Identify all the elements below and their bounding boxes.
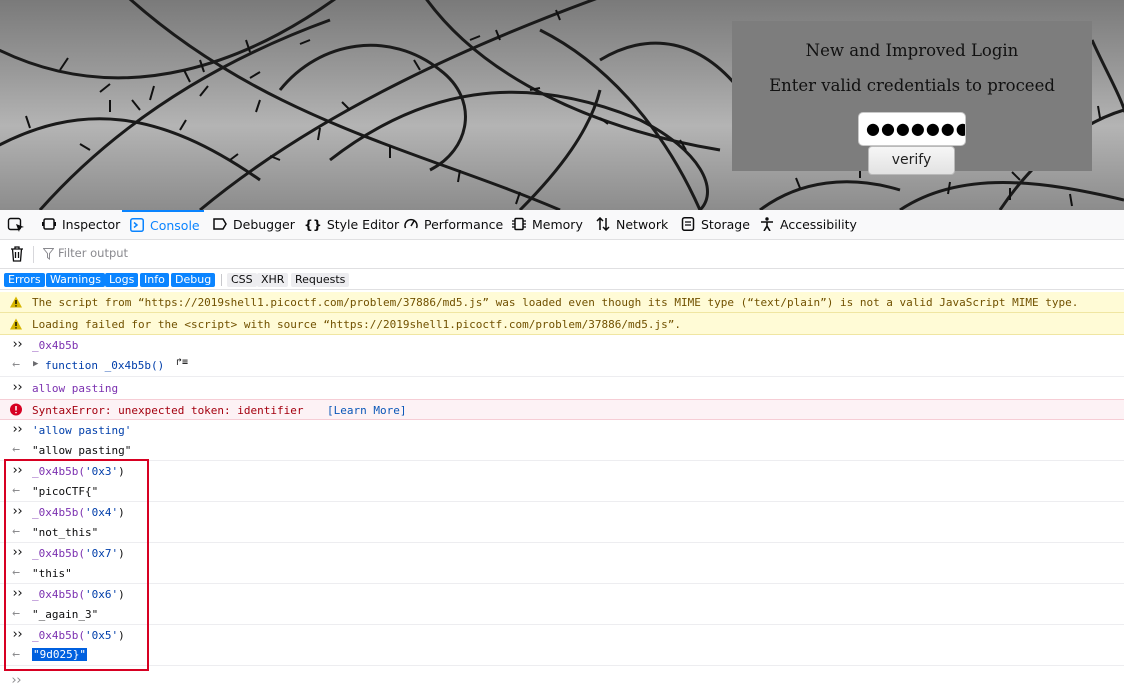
console-output-row: ← ▶ function _0x4b5b() ↱≡ [0,356,1124,377]
filter-requests-button[interactable]: Requests [291,273,350,287]
login-title: New and Improved Login [805,41,1019,60]
memory-icon [512,217,526,231]
storage-icon [681,217,695,231]
console-input: 'allow pasting' [32,424,132,437]
console-message: The script from “https://2019shell1.pico… [32,296,1079,309]
web-page-viewport: New and Improved Login Enter valid crede… [0,0,1124,210]
filter-logs-button[interactable]: Logs [105,273,139,287]
console-output-row: ← "picoCTF{" [0,482,1124,502]
trash-icon[interactable] [10,246,24,262]
tab-network-label: Network [616,217,669,232]
console-input: allow pasting [32,382,119,395]
console-warning-row: The script from “https://2019shell1.pico… [0,292,1124,313]
input-chevron-icon: ›› [11,337,24,352]
console-input-row: ›› _0x4b5b('0x5') [0,626,1124,646]
console-output-row: ← "9d025}" [0,646,1124,666]
tab-storage-label: Storage [701,217,750,232]
tab-debugger[interactable]: Debugger [213,210,295,240]
filter-xhr-button[interactable]: XHR [257,273,289,287]
verify-button[interactable]: verify [868,146,955,175]
annotation-red-box [4,459,149,671]
tab-console-label: Console [150,218,200,233]
tab-performance-label: Performance [424,217,504,232]
accessibility-icon [761,217,773,231]
filter-info-button[interactable]: Info [140,273,169,287]
console-warning-row: Loading failed for the <script> with sou… [0,313,1124,335]
tab-memory-label: Memory [532,217,583,232]
console-icon [130,218,144,232]
function-object[interactable]: function _0x4b5b() [45,359,164,372]
console-input: _0x4b5b [32,339,79,352]
console-output-row: ← "allow pasting" [0,441,1124,461]
console-message: SyntaxError: unexpected token: identifie… [32,404,304,417]
console-input-row: ›› _0x4b5b('0x7') [0,544,1124,564]
log-category-bar: Errors Warnings Logs Info Debug CSS XHR … [0,270,1124,290]
filter-css-button[interactable]: CSS [227,273,257,287]
result-arrow-icon: ← [12,442,20,457]
tab-accessibility-label: Accessibility [780,217,857,232]
expand-triangle-icon[interactable]: ▶ [33,359,38,369]
learn-more-link[interactable]: [Learn More] [327,404,406,417]
console-output-row: ← "not_this" [0,523,1124,543]
filter-output-input[interactable]: Filter output [58,246,128,260]
console-error-row: SyntaxError: unexpected token: identifie… [0,399,1124,420]
console-message: Loading failed for the <script> with sou… [32,318,682,331]
debugger-icon [213,218,227,230]
divider [221,274,222,286]
console-input-row: ›› _0x4b5b('0x6') [0,585,1124,605]
warning-icon [10,318,22,330]
filter-errors-button[interactable]: Errors [4,273,45,287]
jump-to-definition-icon[interactable]: ↱≡ [176,357,188,368]
console-filter-bar: Filter output [0,240,1124,269]
console-input-row: ›› _0x4b5b('0x3') [0,462,1124,482]
warning-icon [10,296,22,308]
style-editor-icon: {} [304,217,322,232]
password-field[interactable]: ●●●●●●●●●● [858,112,966,146]
tab-debugger-label: Debugger [233,217,295,232]
console-output-row: ← "this" [0,564,1124,584]
console-input-row: ›› _0x4b5b('0x4') [0,503,1124,523]
console-output: "allow pasting" [32,444,132,457]
login-subtitle: Enter valid credentials to proceed [769,76,1055,95]
login-panel: New and Improved Login Enter valid crede… [732,21,1092,175]
tab-storage[interactable]: Storage [681,210,750,240]
filter-warnings-button[interactable]: Warnings [46,273,105,287]
input-chevron-icon: ›› [11,422,24,437]
console-input-row: ›› _0x4b5b [0,336,1124,356]
tab-style-editor-label: Style Editor [326,217,400,232]
console-input-row: ›› 'allow pasting' [0,421,1124,441]
performance-icon [404,218,418,229]
error-icon [10,403,22,416]
tab-accessibility[interactable]: Accessibility [760,210,857,240]
console-input-prompt[interactable]: ›› [10,673,23,688]
tab-style-editor[interactable]: {} Style Editor [304,210,399,240]
tab-network[interactable]: Network [596,210,668,240]
filter-debug-button[interactable]: Debug [171,273,216,287]
console-output-row: ← "_again_3" [0,605,1124,625]
tab-inspector[interactable]: Inspector [42,210,120,240]
network-icon [596,217,610,231]
console-input-row: ›› allow pasting [0,379,1124,399]
devtools-toolbar: Inspector Console Debugger {} Style Edito… [0,210,1124,240]
tab-inspector-label: Inspector [62,217,121,232]
filter-icon [43,248,54,260]
input-chevron-icon: ›› [11,380,24,395]
tab-memory[interactable]: Memory [512,210,583,240]
tab-console[interactable]: Console [122,210,204,240]
result-arrow-icon: ← [12,357,20,372]
inspector-icon [42,218,56,230]
divider [33,246,34,263]
tab-performance[interactable]: Performance [404,210,503,240]
element-picker-icon[interactable] [7,217,25,233]
